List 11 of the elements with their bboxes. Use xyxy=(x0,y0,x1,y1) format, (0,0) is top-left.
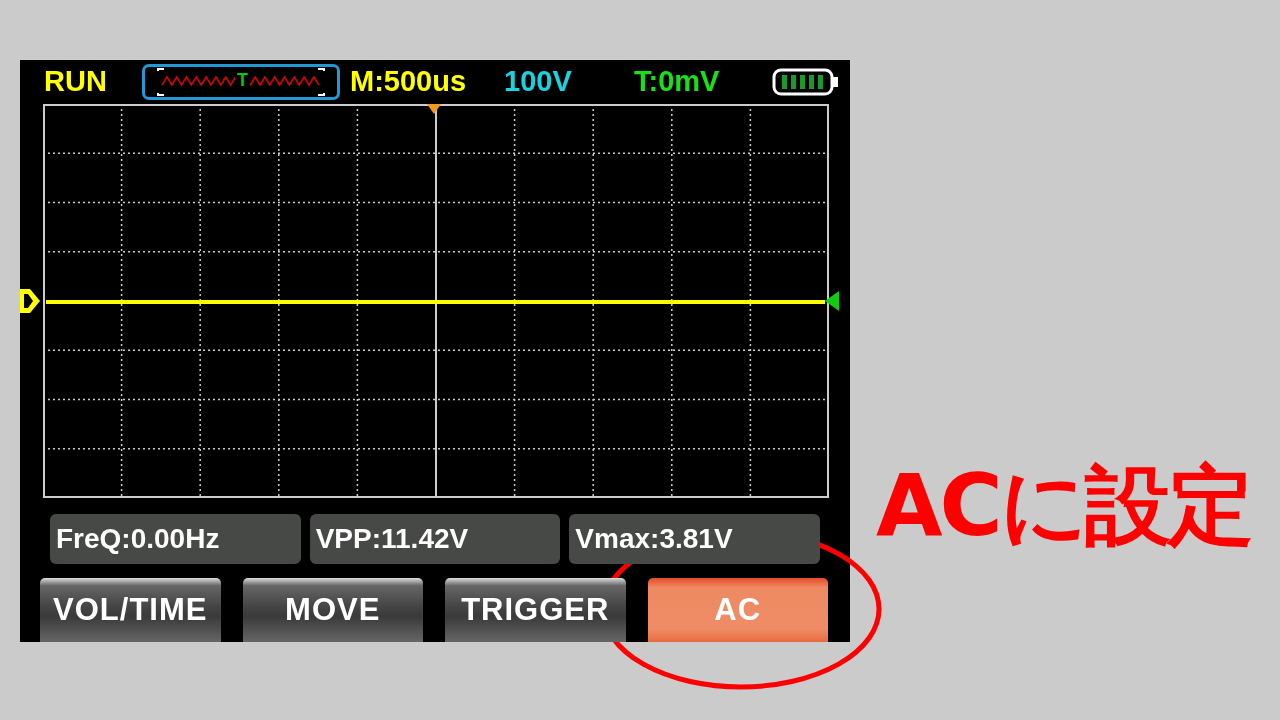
softkey-button[interactable]: MOVE xyxy=(242,578,423,642)
trigger-level: T:0mV xyxy=(634,65,721,99)
timebase-value: M:500us xyxy=(350,65,468,99)
volts-per-division: 100V xyxy=(504,65,573,99)
annotation-text: ACに設定 xyxy=(876,454,1251,557)
measurement-readout: Vmax:3.81V xyxy=(569,514,820,564)
run-status: RUN xyxy=(44,65,108,99)
measurement-readout: VPP:11.42V xyxy=(309,514,561,564)
softkey-button[interactable]: VOL/TIME xyxy=(40,578,221,642)
measurement-readout: FreQ:0.00Hz xyxy=(50,514,301,564)
softkey-button[interactable]: TRIGGER xyxy=(445,578,626,642)
